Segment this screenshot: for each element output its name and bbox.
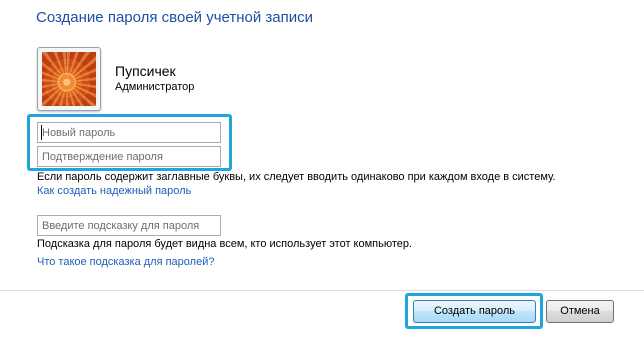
hint-help-link[interactable]: Что такое подсказка для паролей? (37, 256, 214, 268)
hint-info-text: Подсказка для пароля будет видна всем, к… (37, 238, 413, 250)
create-password-button[interactable]: Создать пароль (413, 300, 536, 323)
page-title: Создание пароля своей учетной записи (36, 9, 314, 26)
caps-warning-text: Если пароль содержит заглавные буквы, их… (37, 171, 556, 183)
text-caret (41, 125, 42, 140)
password-hint-input[interactable] (37, 215, 221, 236)
strong-password-link[interactable]: Как создать надежный пароль (37, 185, 191, 197)
new-password-input[interactable] (37, 122, 221, 143)
footer-divider (0, 290, 644, 291)
confirm-password-input[interactable] (37, 146, 221, 167)
cancel-button[interactable]: Отмена (546, 300, 614, 323)
create-password-dialog: Создание пароля своей учетной записи Пуп… (0, 0, 644, 342)
flower-picture-icon (42, 52, 96, 106)
avatar (37, 47, 101, 111)
user-role: Администратор (115, 81, 195, 93)
user-name: Пупсичек (115, 63, 176, 79)
